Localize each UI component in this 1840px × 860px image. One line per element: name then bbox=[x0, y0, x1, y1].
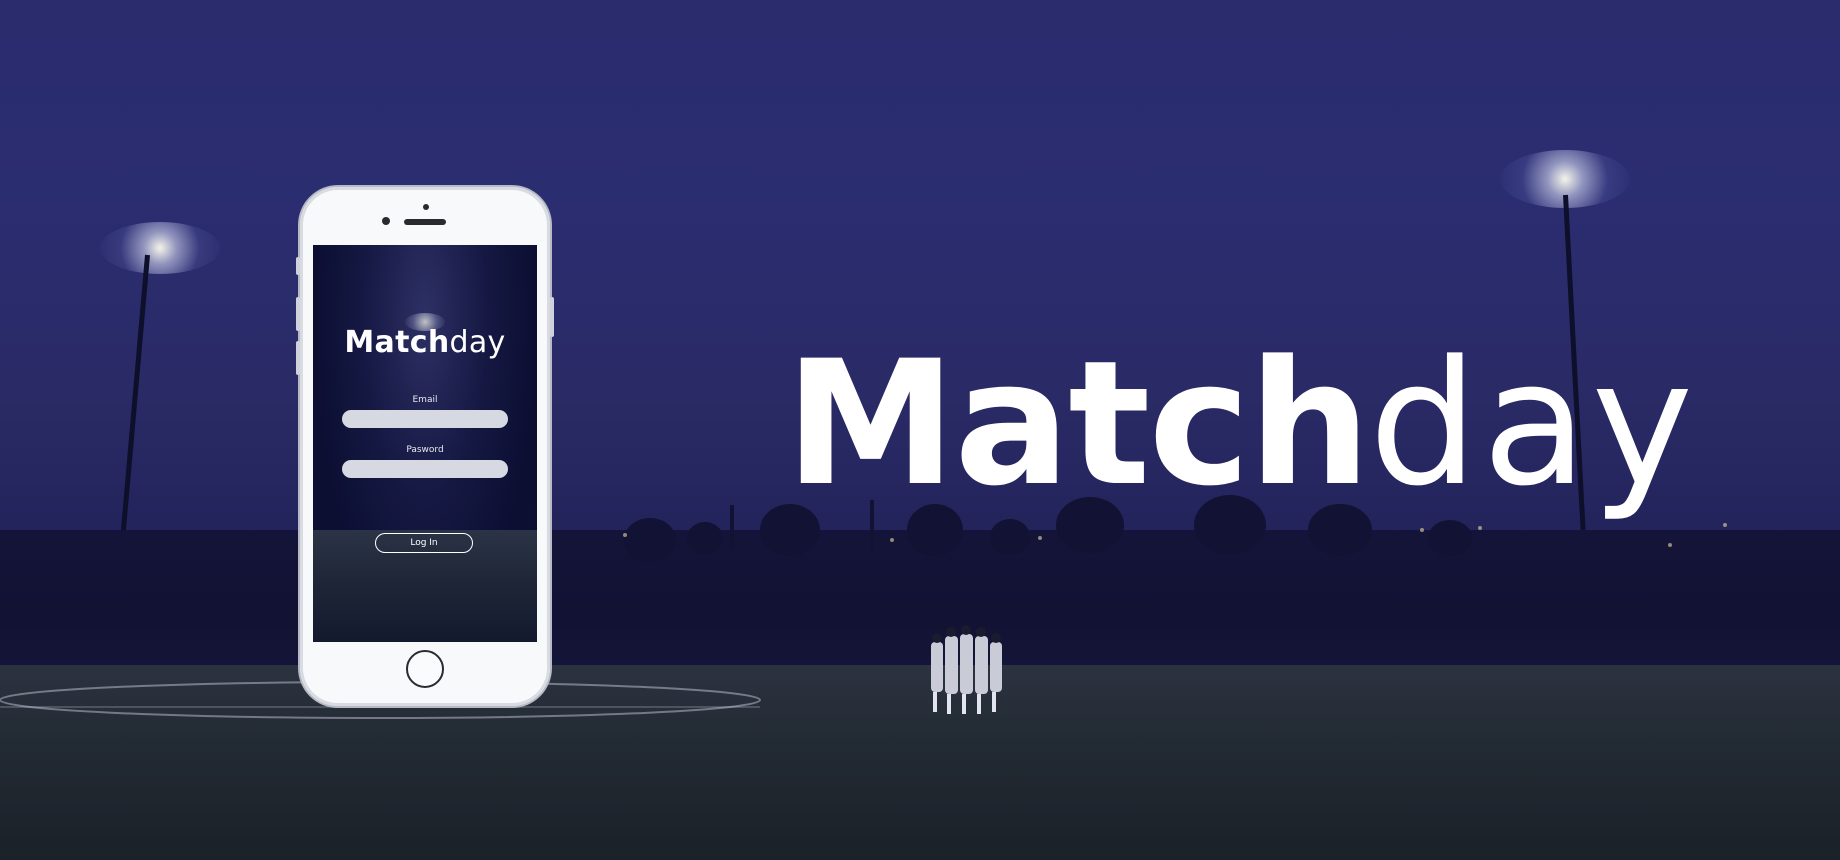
players-huddle bbox=[931, 625, 1002, 714]
proximity-sensor bbox=[423, 204, 429, 210]
front-camera bbox=[382, 217, 390, 225]
volume-up-button bbox=[296, 297, 300, 331]
home-button[interactable] bbox=[406, 650, 444, 688]
login-button[interactable]: Log In bbox=[375, 533, 473, 553]
mute-switch bbox=[296, 257, 300, 275]
password-label: Pasword bbox=[406, 445, 444, 455]
hero-title-bold: Match bbox=[785, 323, 1371, 524]
phone-screen: Matchday Email Pasword Log In bbox=[313, 245, 537, 642]
app-title-light: day bbox=[449, 325, 506, 360]
earpiece-speaker bbox=[404, 219, 446, 225]
power-button bbox=[550, 297, 554, 337]
hero-title-light: day bbox=[1368, 323, 1698, 524]
email-field[interactable] bbox=[342, 410, 508, 428]
password-field[interactable] bbox=[342, 460, 508, 478]
volume-down-button bbox=[296, 341, 300, 375]
email-label: Email bbox=[412, 395, 438, 405]
app-logo-title: Matchday bbox=[313, 325, 537, 360]
hero-title: Matchday bbox=[785, 338, 1697, 510]
phone-mockup: Matchday Email Pasword Log In bbox=[296, 187, 554, 706]
app-title-bold: Match bbox=[344, 325, 450, 360]
